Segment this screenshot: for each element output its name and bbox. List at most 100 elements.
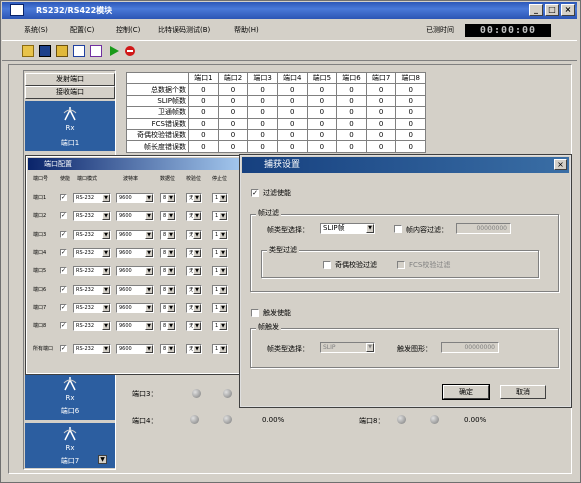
stop-icon[interactable] xyxy=(124,45,136,57)
ok-button[interactable]: 确定 xyxy=(442,384,490,400)
config-parity-select[interactable]: 无 ▼ xyxy=(186,302,202,313)
config-parity-select[interactable]: 无 ▼ xyxy=(186,193,202,203)
cell: 0 xyxy=(365,106,397,119)
config-enable-checkbox[interactable]: ✓ xyxy=(60,212,67,220)
config-mode-select[interactable]: RS-232 ▼ xyxy=(73,321,111,332)
config-enable-checkbox[interactable]: ✓ xyxy=(60,194,67,201)
config-stop-select[interactable]: 1 ▼ xyxy=(212,247,228,258)
config-mode-select[interactable]: RS-232 ▼ xyxy=(73,193,111,203)
config-enable-checkbox[interactable]: ✓ xyxy=(60,285,67,293)
config-data-select[interactable]: 8 ▼ xyxy=(160,211,176,222)
config-enable-checkbox[interactable]: ✓ xyxy=(60,248,67,256)
config-baud-select[interactable]: 9600 ▼ xyxy=(116,229,154,240)
config-parity-select[interactable]: 无 ▼ xyxy=(186,266,202,277)
config-baud-select[interactable]: 9600 ▼ xyxy=(116,211,154,222)
save-as-icon[interactable] xyxy=(56,45,68,57)
config-baud-select[interactable]: 9600 ▼ xyxy=(116,344,154,354)
config2-icon[interactable] xyxy=(90,45,102,57)
elapsed-label: 已测时间 xyxy=(426,26,454,34)
config-baud-select[interactable]: 9600 ▼ xyxy=(116,302,154,313)
config-data-select[interactable]: 8 ▼ xyxy=(160,344,176,354)
minimize-button[interactable]: _ xyxy=(529,4,543,16)
port-config-titlebar[interactable]: 端口配置 xyxy=(28,158,245,170)
recv-port-button[interactable]: 接收端口 xyxy=(25,86,115,99)
config-mode-select[interactable]: RS-232 ▼ xyxy=(73,211,111,222)
title-bar[interactable]: RS232/RS422模块 _ □ × xyxy=(2,2,577,19)
row-header: SLIP帧数 xyxy=(126,94,189,108)
config-baud-select[interactable]: 9600 ▼ xyxy=(116,321,154,332)
cell: 0 xyxy=(188,128,219,142)
port1-tile[interactable]: Rx 端口1 xyxy=(25,101,115,151)
maximize-button[interactable]: □ xyxy=(545,4,559,16)
config-data-select[interactable]: 8 ▼ xyxy=(160,266,176,277)
menu-bert[interactable]: 比特误码测试(B) xyxy=(158,25,210,35)
config-parity-select[interactable]: 无 ▼ xyxy=(186,344,202,354)
config-stop-select[interactable]: 1 ▼ xyxy=(212,211,228,222)
menu-config[interactable]: 配置(C) xyxy=(70,25,94,35)
fcs-filter-checkbox[interactable] xyxy=(397,261,405,269)
config-data-select[interactable]: 8 ▼ xyxy=(160,321,176,332)
trig-type-select[interactable]: SLIP ▼ xyxy=(320,342,375,353)
config-stop-select[interactable]: 1 ▼ xyxy=(212,321,228,332)
config-icon[interactable] xyxy=(73,45,85,57)
config-mode-select[interactable]: RS-232 ▼ xyxy=(73,247,111,258)
config-baud-select[interactable]: 9600 ▼ xyxy=(116,266,154,277)
config-mode-select[interactable]: RS-232 ▼ xyxy=(73,229,111,240)
config-data-select[interactable]: 8 ▼ xyxy=(160,193,176,203)
config-enable-checkbox[interactable]: ✓ xyxy=(60,303,67,311)
trigger-enable-checkbox[interactable] xyxy=(251,309,259,317)
config-mode-select[interactable]: RS-232 ▼ xyxy=(73,302,111,313)
save-icon[interactable] xyxy=(39,45,51,57)
config-mode-value: RS-232 xyxy=(76,268,94,275)
trig-pattern-input[interactable]: 00000000 xyxy=(441,342,499,353)
config-mode-select[interactable]: RS-232 ▼ xyxy=(73,266,111,277)
config-stop-select[interactable]: 1 ▼ xyxy=(212,302,228,313)
config-enable-checkbox[interactable]: ✓ xyxy=(60,322,67,330)
start-icon[interactable] xyxy=(108,45,120,57)
config-baud-select[interactable]: 9600 ▼ xyxy=(116,284,154,295)
config-stop-select[interactable]: 1 ▼ xyxy=(212,193,228,203)
menu-system[interactable]: 系统(S) xyxy=(24,25,48,35)
config-baud-select[interactable]: 9600 ▼ xyxy=(116,193,154,203)
cancel-button[interactable]: 取消 xyxy=(500,385,546,399)
config-parity-select[interactable]: 无 ▼ xyxy=(186,229,202,240)
frame-filter-label: 帧过滤 xyxy=(256,208,281,218)
port7-tile[interactable]: Rx 端口7 ▼ xyxy=(25,423,115,468)
parity-filter-checkbox[interactable] xyxy=(323,261,331,269)
config-enable-checkbox[interactable]: ✓ xyxy=(60,345,67,352)
config-mode-select[interactable]: RS-232 ▼ xyxy=(73,344,111,354)
config-stop-select[interactable]: 1 ▼ xyxy=(212,266,228,277)
config-stop-select[interactable]: 1 ▼ xyxy=(212,284,228,295)
config-mode-select[interactable]: RS-232 ▼ xyxy=(73,284,111,295)
config-parity-select[interactable]: 无 ▼ xyxy=(186,284,202,295)
config-data-select[interactable]: 8 ▼ xyxy=(160,302,176,313)
close-button[interactable]: × xyxy=(561,4,575,16)
open-icon[interactable] xyxy=(22,45,34,57)
config-stop-select[interactable]: 1 ▼ xyxy=(212,229,228,240)
config-enable-checkbox[interactable]: ✓ xyxy=(60,267,67,275)
send-port-button[interactable]: 发射端口 xyxy=(25,73,115,86)
config-stop-select[interactable]: 1 ▼ xyxy=(212,344,228,354)
config-parity-select[interactable]: 无 ▼ xyxy=(186,211,202,222)
config-parity-select[interactable]: 无 ▼ xyxy=(186,321,202,332)
port6-tile[interactable]: Rx 端口6 xyxy=(25,371,115,420)
scroll-down-icon[interactable]: ▼ xyxy=(98,455,107,464)
config-data-select[interactable]: 8 ▼ xyxy=(160,247,176,258)
config-baud-value: 9600 xyxy=(119,268,132,275)
content-filter-input[interactable]: 00000000 xyxy=(456,223,511,234)
menu-control[interactable]: 控制(C) xyxy=(116,25,140,35)
config-data-select[interactable]: 8 ▼ xyxy=(160,229,176,240)
filter-enable-checkbox[interactable]: ✓ xyxy=(251,189,259,197)
config-baud-select[interactable]: 9600 ▼ xyxy=(116,247,154,258)
close-icon[interactable]: × xyxy=(554,159,567,170)
config-stop-value: 1 xyxy=(215,213,219,220)
config-parity-select[interactable]: 无 ▼ xyxy=(186,247,202,258)
config-data-select[interactable]: 8 ▼ xyxy=(160,284,176,295)
content-filter-checkbox[interactable] xyxy=(394,225,402,233)
menu-help[interactable]: 帮助(H) xyxy=(234,25,259,35)
chevron-down-icon: ▼ xyxy=(102,303,110,312)
capture-titlebar[interactable]: 捕获设置 xyxy=(242,157,569,173)
config-enable-checkbox[interactable]: ✓ xyxy=(60,230,67,238)
frame-type-select[interactable]: SLIP帧 ▼ xyxy=(320,223,375,234)
chevron-down-icon: ▼ xyxy=(366,224,374,233)
